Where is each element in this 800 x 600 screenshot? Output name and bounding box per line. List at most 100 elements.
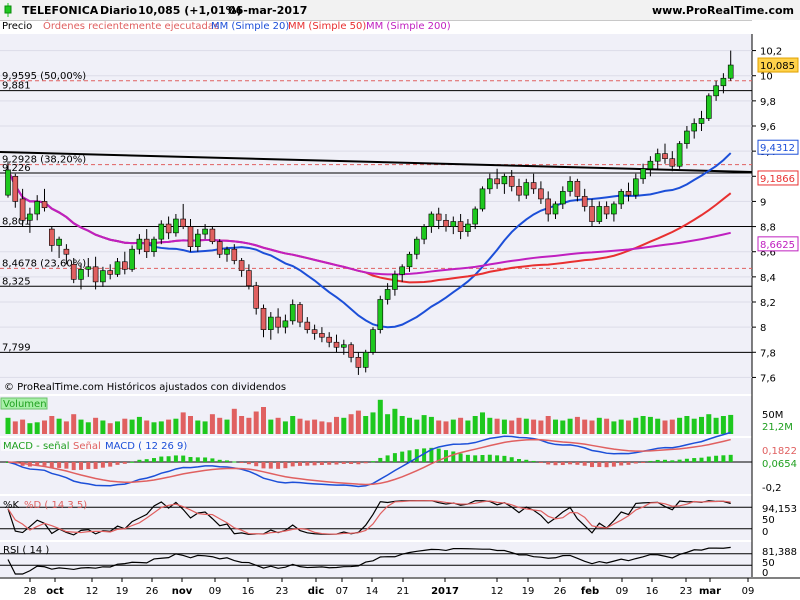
volume-bar[interactable] bbox=[691, 418, 697, 434]
volume-bar[interactable] bbox=[129, 419, 135, 434]
volume-bar[interactable] bbox=[399, 416, 405, 434]
volume-bar[interactable] bbox=[574, 416, 580, 434]
volume-bar[interactable] bbox=[49, 416, 55, 434]
volume-bar[interactable] bbox=[589, 420, 595, 435]
volume-bar[interactable] bbox=[370, 412, 376, 434]
volume-bar[interactable] bbox=[217, 417, 223, 434]
volume-bar[interactable] bbox=[304, 420, 310, 435]
volume-bar[interactable] bbox=[93, 417, 99, 434]
macd-histogram-bar[interactable] bbox=[641, 462, 646, 463]
macd-histogram-bar[interactable] bbox=[692, 458, 697, 462]
candle[interactable] bbox=[377, 295, 384, 334]
volume-bar[interactable] bbox=[655, 418, 661, 434]
volume-bar[interactable] bbox=[348, 414, 354, 434]
macd-histogram-bar[interactable] bbox=[86, 462, 91, 470]
macd-histogram-bar[interactable] bbox=[79, 462, 83, 470]
macd-histogram-bar[interactable] bbox=[509, 457, 514, 462]
candle[interactable] bbox=[129, 245, 135, 272]
macd-histogram-bar[interactable] bbox=[298, 462, 302, 466]
macd-histogram-bar[interactable] bbox=[677, 459, 682, 462]
volume-bar[interactable] bbox=[567, 418, 573, 434]
volume-bar[interactable] bbox=[407, 417, 412, 434]
volume-bar[interactable] bbox=[63, 421, 69, 434]
macd-histogram-bar[interactable] bbox=[64, 462, 69, 469]
macd-histogram-bar[interactable] bbox=[451, 451, 456, 462]
volume-bar[interactable] bbox=[728, 414, 734, 434]
macd-histogram-bar[interactable] bbox=[465, 454, 470, 462]
volume-bar[interactable] bbox=[253, 411, 259, 435]
volume-bar[interactable] bbox=[501, 419, 507, 434]
macd-histogram-bar[interactable] bbox=[232, 461, 237, 463]
volume-bar[interactable] bbox=[5, 417, 11, 434]
macd-histogram-bar[interactable] bbox=[590, 462, 594, 468]
macd-histogram-bar[interactable] bbox=[538, 462, 543, 463]
macd-histogram-bar[interactable] bbox=[152, 458, 156, 462]
macd-histogram-bar[interactable] bbox=[458, 453, 463, 462]
candle[interactable] bbox=[209, 226, 216, 245]
macd-histogram-bar[interactable] bbox=[487, 454, 492, 462]
volume-bar[interactable] bbox=[706, 414, 712, 434]
volume-bar[interactable] bbox=[553, 419, 558, 434]
macd-histogram-bar[interactable] bbox=[575, 462, 580, 465]
volume-bar[interactable] bbox=[582, 419, 588, 434]
macd-histogram-bar[interactable] bbox=[611, 462, 616, 467]
volume-bar[interactable] bbox=[78, 419, 84, 434]
volume-bar[interactable] bbox=[166, 419, 172, 434]
macd-histogram-bar[interactable] bbox=[210, 458, 215, 462]
macd-histogram-bar[interactable] bbox=[699, 457, 704, 462]
volume-bar[interactable] bbox=[151, 422, 157, 434]
macd-histogram-bar[interactable] bbox=[414, 449, 419, 462]
macd-histogram-bar[interactable] bbox=[721, 455, 726, 462]
macd-label-main[interactable]: MACD - señal bbox=[3, 441, 70, 452]
macd-histogram-bar[interactable] bbox=[166, 456, 171, 462]
volume-bar[interactable] bbox=[633, 417, 639, 434]
macd-histogram-bar[interactable] bbox=[268, 462, 273, 469]
volume-bar[interactable] bbox=[560, 420, 566, 435]
volume-bar[interactable] bbox=[246, 417, 252, 434]
volume-bar[interactable] bbox=[662, 420, 668, 435]
volume-bar[interactable] bbox=[421, 415, 427, 434]
volume-bar[interactable] bbox=[618, 419, 624, 434]
macd-histogram-bar[interactable] bbox=[276, 462, 281, 469]
volume-label[interactable]: Volumen bbox=[3, 399, 47, 410]
volume-bar[interactable] bbox=[290, 416, 296, 434]
volume-bar[interactable] bbox=[699, 416, 704, 434]
volume-bar[interactable] bbox=[538, 420, 544, 435]
macd-histogram-bar[interactable] bbox=[349, 462, 354, 464]
volume-bar[interactable] bbox=[647, 416, 653, 434]
volume-bar[interactable] bbox=[275, 417, 281, 434]
volume-bar[interactable] bbox=[12, 421, 18, 434]
volume-bar[interactable] bbox=[115, 421, 120, 434]
volume-bar[interactable] bbox=[509, 420, 515, 435]
macd-histogram-bar[interactable] bbox=[728, 454, 733, 462]
macd-histogram-bar[interactable] bbox=[714, 455, 719, 462]
volume-bar[interactable] bbox=[720, 416, 726, 434]
volume-bar[interactable] bbox=[56, 418, 62, 434]
volume-bar[interactable] bbox=[144, 420, 150, 435]
volume-bar[interactable] bbox=[458, 417, 464, 434]
macd-histogram-bar[interactable] bbox=[144, 459, 149, 462]
volume-bar[interactable] bbox=[611, 421, 617, 434]
volume-bar[interactable] bbox=[122, 418, 128, 434]
macd-histogram-bar[interactable] bbox=[356, 462, 361, 465]
stoch-label-d[interactable]: %D ( 14 3 5) bbox=[24, 500, 87, 511]
volume-bar[interactable] bbox=[100, 420, 106, 435]
candle[interactable] bbox=[676, 141, 683, 169]
macd-histogram-bar[interactable] bbox=[225, 460, 229, 462]
macd-histogram-bar[interactable] bbox=[254, 462, 259, 467]
volume-bar[interactable] bbox=[516, 417, 522, 434]
volume-bar[interactable] bbox=[297, 418, 303, 434]
macd-histogram-bar[interactable] bbox=[371, 461, 375, 463]
macd-histogram-bar[interactable] bbox=[100, 462, 105, 468]
macd-histogram-bar[interactable] bbox=[670, 460, 675, 462]
rsi-label[interactable]: RSI ( 14 ) bbox=[3, 545, 49, 556]
volume-bar[interactable] bbox=[392, 408, 398, 434]
volume-bar[interactable] bbox=[385, 414, 391, 434]
volume-bar[interactable] bbox=[85, 422, 91, 434]
volume-bar[interactable] bbox=[71, 414, 77, 434]
macd-histogram-bar[interactable] bbox=[706, 456, 711, 462]
macd-histogram-bar[interactable] bbox=[246, 462, 251, 465]
macd-histogram-bar[interactable] bbox=[195, 457, 200, 462]
volume-bar[interactable] bbox=[326, 422, 332, 434]
volume-bar[interactable] bbox=[158, 421, 164, 434]
